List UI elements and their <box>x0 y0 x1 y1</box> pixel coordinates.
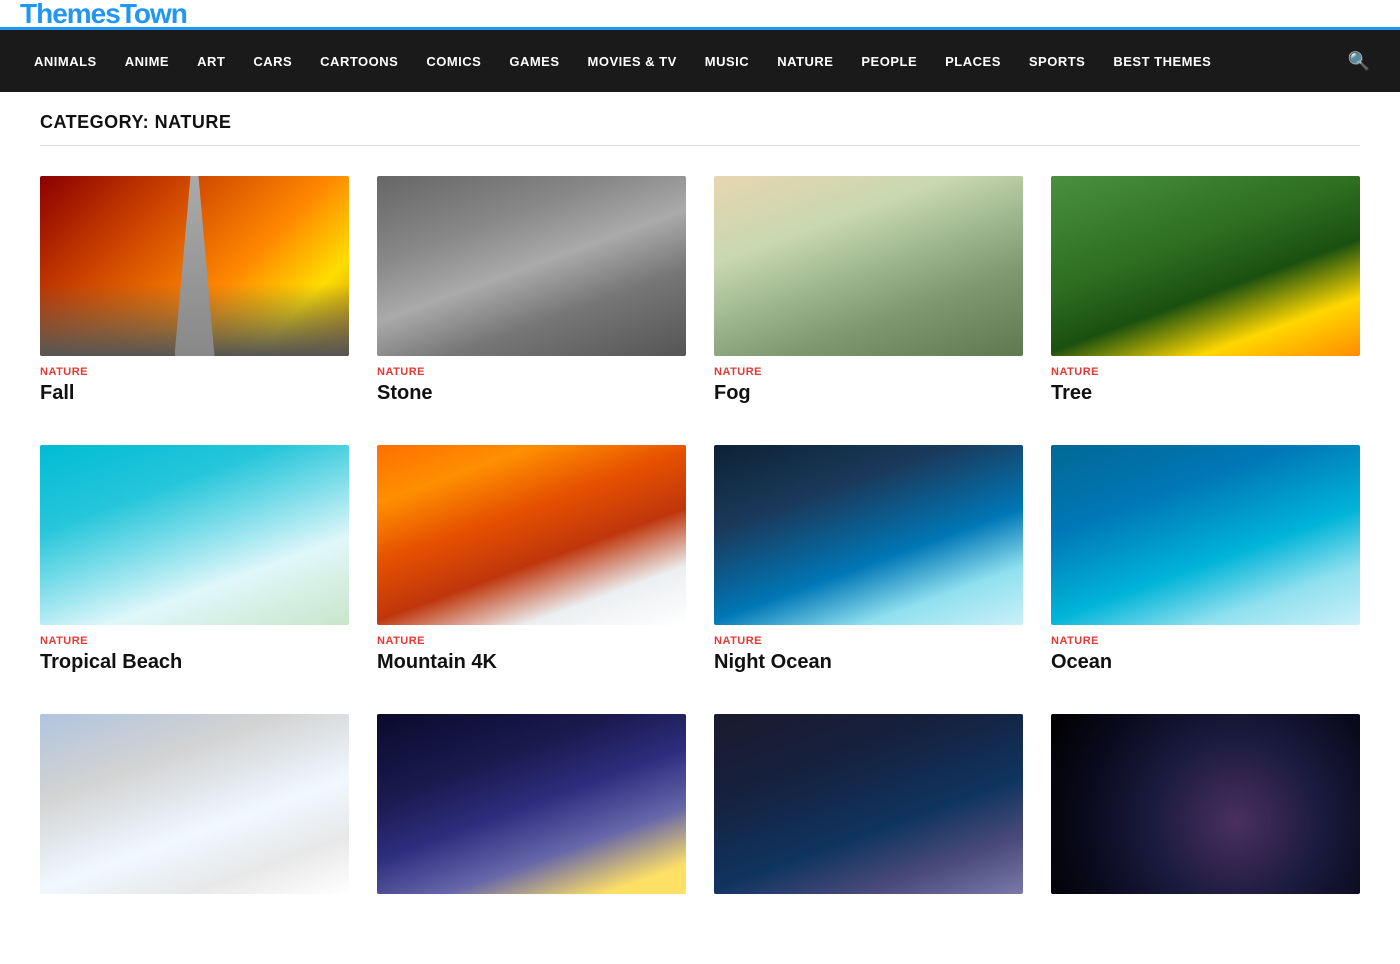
card-title-mountain: Mountain 4K <box>377 651 686 674</box>
nav-item-comics[interactable]: COMICS <box>412 30 495 92</box>
card-title-night-ocean: Night Ocean <box>714 651 1023 674</box>
card-category-night-ocean: NATURE <box>714 635 1023 647</box>
main-nav: ANIMALS ANIME ART CARS CARTOONS COMICS G… <box>0 30 1400 92</box>
card-image-space <box>1051 714 1360 894</box>
card-stone[interactable]: NATURE Stone <box>377 176 686 405</box>
site-logo[interactable]: ThemesTown <box>20 0 187 30</box>
card-night-forest[interactable] <box>377 714 686 904</box>
grid-row-1: NATURE Fall NATURE Stone NATURE Fog NATU… <box>40 176 1360 405</box>
card-image-tropical <box>40 445 349 625</box>
nav-item-places[interactable]: PLACES <box>931 30 1015 92</box>
nav-item-best-themes[interactable]: BEST THEMES <box>1099 30 1225 92</box>
card-image-snow <box>40 714 349 894</box>
card-tropical-beach[interactable]: NATURE Tropical Beach <box>40 445 349 674</box>
card-image-night-ocean <box>714 445 1023 625</box>
card-image-tree <box>1051 176 1360 356</box>
card-category-mountain: NATURE <box>377 635 686 647</box>
nav-item-cars[interactable]: CARS <box>239 30 306 92</box>
card-mountain[interactable]: NATURE Mountain 4K <box>377 445 686 674</box>
card-image-fog <box>714 176 1023 356</box>
logo-bar: ThemesTown <box>0 0 1400 30</box>
nav-item-animals[interactable]: ANIMALS <box>20 30 111 92</box>
nav-item-sports[interactable]: SPORTS <box>1015 30 1099 92</box>
nav-item-nature[interactable]: NATURE <box>763 30 847 92</box>
search-icon[interactable]: 🔍 <box>1338 51 1380 72</box>
card-category-ocean: NATURE <box>1051 635 1360 647</box>
grid-row-3 <box>40 714 1360 904</box>
card-night-ocean[interactable]: NATURE Night Ocean <box>714 445 1023 674</box>
card-water-drops[interactable] <box>714 714 1023 904</box>
card-category-tropical: NATURE <box>40 635 349 647</box>
card-title-tree: Tree <box>1051 382 1360 405</box>
card-fall[interactable]: NATURE Fall <box>40 176 349 405</box>
grid-row-2: NATURE Tropical Beach NATURE Mountain 4K… <box>40 445 1360 674</box>
card-space[interactable] <box>1051 714 1360 904</box>
card-image-fall <box>40 176 349 356</box>
nav-item-anime[interactable]: ANIME <box>111 30 183 92</box>
card-title-tropical: Tropical Beach <box>40 651 349 674</box>
nav-item-games[interactable]: GAMES <box>495 30 573 92</box>
card-image-stone <box>377 176 686 356</box>
nav-item-movies-tv[interactable]: MOVIES & TV <box>574 30 691 92</box>
card-image-mountain <box>377 445 686 625</box>
nav-item-music[interactable]: MUSIC <box>691 30 763 92</box>
nav-item-art[interactable]: ART <box>183 30 239 92</box>
card-title-fog: Fog <box>714 382 1023 405</box>
nav-item-people[interactable]: PEOPLE <box>847 30 931 92</box>
category-heading: CATEGORY: NATURE <box>40 112 1360 146</box>
card-ocean[interactable]: NATURE Ocean <box>1051 445 1360 674</box>
card-image-night-forest <box>377 714 686 894</box>
card-title-stone: Stone <box>377 382 686 405</box>
card-snow[interactable] <box>40 714 349 904</box>
card-category-fog: NATURE <box>714 366 1023 378</box>
card-title-fall: Fall <box>40 382 349 405</box>
card-image-ocean <box>1051 445 1360 625</box>
card-category-tree: NATURE <box>1051 366 1360 378</box>
nav-item-cartoons[interactable]: CARTOONS <box>306 30 412 92</box>
card-category-fall: NATURE <box>40 366 349 378</box>
card-title-ocean: Ocean <box>1051 651 1360 674</box>
card-category-stone: NATURE <box>377 366 686 378</box>
card-image-drops <box>714 714 1023 894</box>
card-fog[interactable]: NATURE Fog <box>714 176 1023 405</box>
card-tree[interactable]: NATURE Tree <box>1051 176 1360 405</box>
main-content: CATEGORY: NATURE NATURE Fall NATURE Ston… <box>20 92 1380 964</box>
